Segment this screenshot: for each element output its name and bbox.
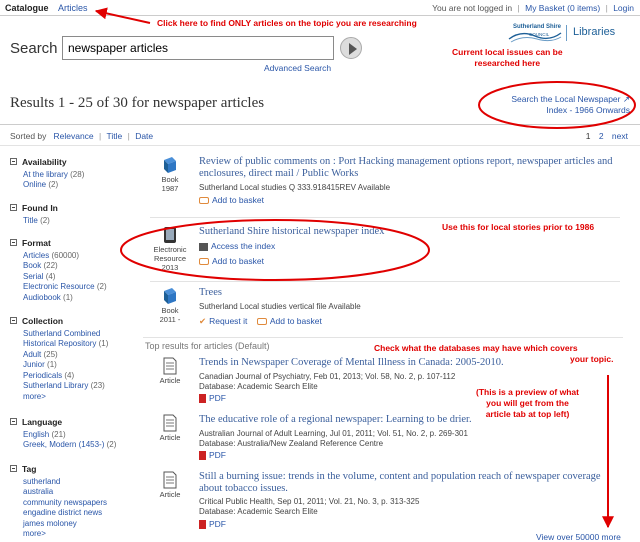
- annotation-databases: Check what the databases may have which …: [374, 343, 614, 364]
- annotation-articles-tab: Click here to find ONLY articles on the …: [157, 18, 417, 28]
- annotation-local-issues: Current local issues can be researched he…: [452, 47, 563, 68]
- annotation-arrow-articles: [94, 7, 151, 24]
- annotation-ellipse-historical-index: [120, 219, 430, 281]
- annotation-overlay: [94, 7, 636, 529]
- annotation-preview: (This is a preview of what you will get …: [476, 387, 579, 419]
- annotation-ellipse-local-link: [478, 81, 636, 129]
- annotation-local-stories: Use this for local stories prior to 1986: [442, 222, 595, 232]
